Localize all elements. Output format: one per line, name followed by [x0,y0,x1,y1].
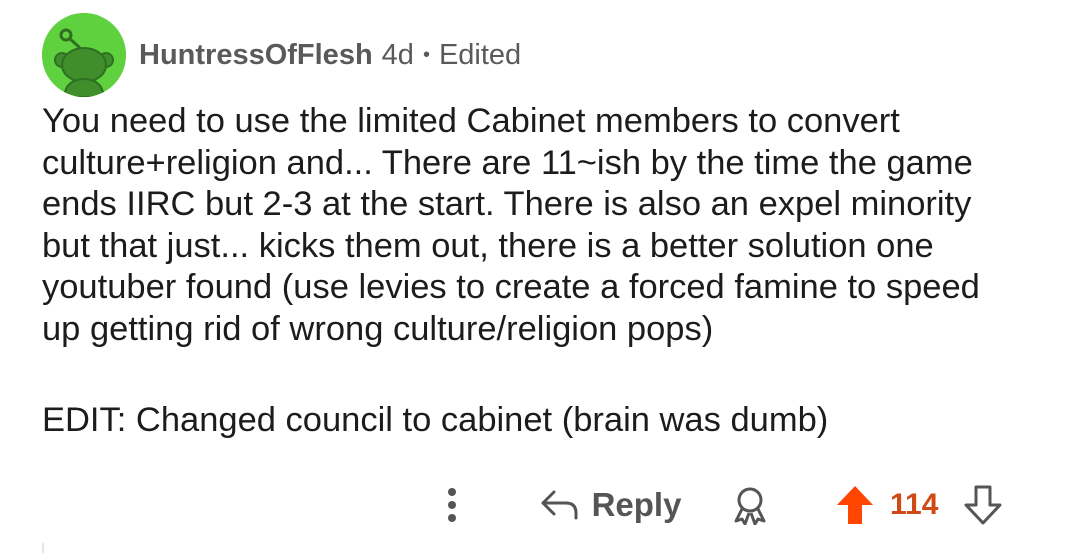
comment-edit-note: EDIT: Changed council to cabinet (brain … [42,401,829,439]
more-vertical-icon [448,488,456,522]
upvote-button[interactable] [832,477,878,533]
reply-label: Reply [591,486,682,523]
comment-age: 4d [381,38,414,71]
comment: HuntressOfFlesh 4d • Edited You need to … [0,0,1080,553]
downvote-arrow-icon [964,485,1002,525]
comment-body: You need to use the limited Cabinet memb… [42,102,980,348]
comment-actions: Reply 114 [0,477,1080,533]
more-options-button[interactable] [436,477,468,533]
reply-button[interactable]: Reply [538,477,683,533]
divider [42,543,44,553]
comment-meta: HuntressOfFlesh 4d • Edited [139,39,521,72]
meta-separator: • [422,44,430,66]
reply-arrow-icon [541,490,578,520]
award-icon [734,487,766,525]
award-button[interactable] [725,477,775,533]
comment-header: HuntressOfFlesh 4d • Edited [42,12,521,98]
edited-label: Edited [438,38,522,71]
vote-score: 114 [890,488,939,521]
downvote-button[interactable] [960,477,1006,533]
username[interactable]: HuntressOfFlesh [139,39,373,72]
avatar[interactable] [42,13,126,97]
snoo-avatar-icon [42,13,126,97]
upvote-arrow-icon [837,486,873,524]
